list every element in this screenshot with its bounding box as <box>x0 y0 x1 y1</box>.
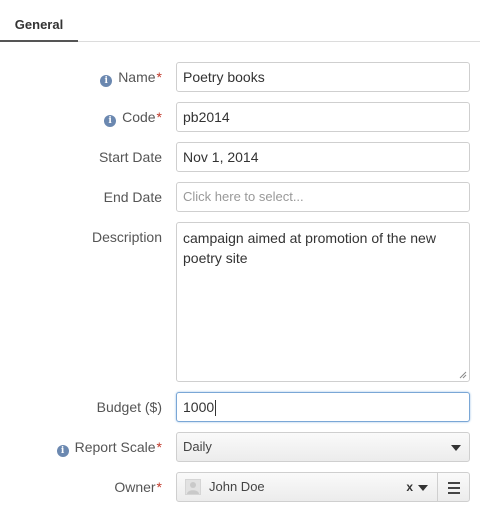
name-label-text: Name <box>118 69 156 85</box>
chevron-down-icon[interactable] <box>418 485 428 491</box>
tab-bar: General <box>0 9 480 42</box>
description-textarea[interactable]: campaign aimed at promotion of the new p… <box>176 222 470 382</box>
code-input[interactable]: pb2014 <box>176 102 470 132</box>
tab-general[interactable]: General <box>0 9 78 42</box>
hamburger-icon-line <box>448 492 460 494</box>
report-scale-value: Daily <box>183 439 212 454</box>
description-text: campaign aimed at promotion of the new p… <box>183 230 436 266</box>
budget-value: 1000 <box>183 399 215 415</box>
owner-label: Owner* <box>114 472 162 502</box>
owner-label-text: Owner <box>114 479 156 495</box>
owner-menu-button[interactable] <box>437 472 470 502</box>
code-label: i Code* <box>104 102 162 132</box>
hamburger-icon-line <box>448 487 460 489</box>
required-mark: * <box>156 69 162 85</box>
report-scale-select[interactable]: Daily <box>176 432 470 462</box>
budget-label: Budget ($) <box>96 399 162 415</box>
name-input[interactable]: Poetry books <box>176 62 470 92</box>
report-scale-label: i Report Scale* <box>56 432 162 462</box>
end-date-label: End Date <box>103 189 162 205</box>
hamburger-icon <box>448 482 460 484</box>
required-mark: * <box>156 109 162 125</box>
owner-select[interactable]: John Doe x <box>176 472 438 502</box>
required-mark: * <box>156 439 162 455</box>
description-label: Description <box>91 229 162 245</box>
clear-button[interactable]: x <box>406 473 413 501</box>
resize-grip-icon[interactable] <box>459 371 467 379</box>
code-label-text: Code <box>122 109 156 125</box>
start-date-label: Start Date <box>98 149 162 165</box>
name-label: i Name* <box>100 62 162 92</box>
end-date-input[interactable]: Click here to select... <box>176 182 470 212</box>
text-caret <box>215 400 217 417</box>
required-mark: * <box>156 479 162 495</box>
budget-input[interactable]: 1000 <box>176 392 470 422</box>
report-scale-label-text: Report Scale <box>74 439 156 455</box>
chevron-down-icon <box>451 445 461 451</box>
info-icon[interactable]: i <box>104 115 117 127</box>
start-date-input[interactable]: Nov 1, 2014 <box>176 142 470 172</box>
avatar <box>185 479 201 495</box>
owner-name: John Doe <box>209 479 265 494</box>
info-icon[interactable]: i <box>100 75 113 87</box>
info-icon[interactable]: i <box>56 445 69 457</box>
